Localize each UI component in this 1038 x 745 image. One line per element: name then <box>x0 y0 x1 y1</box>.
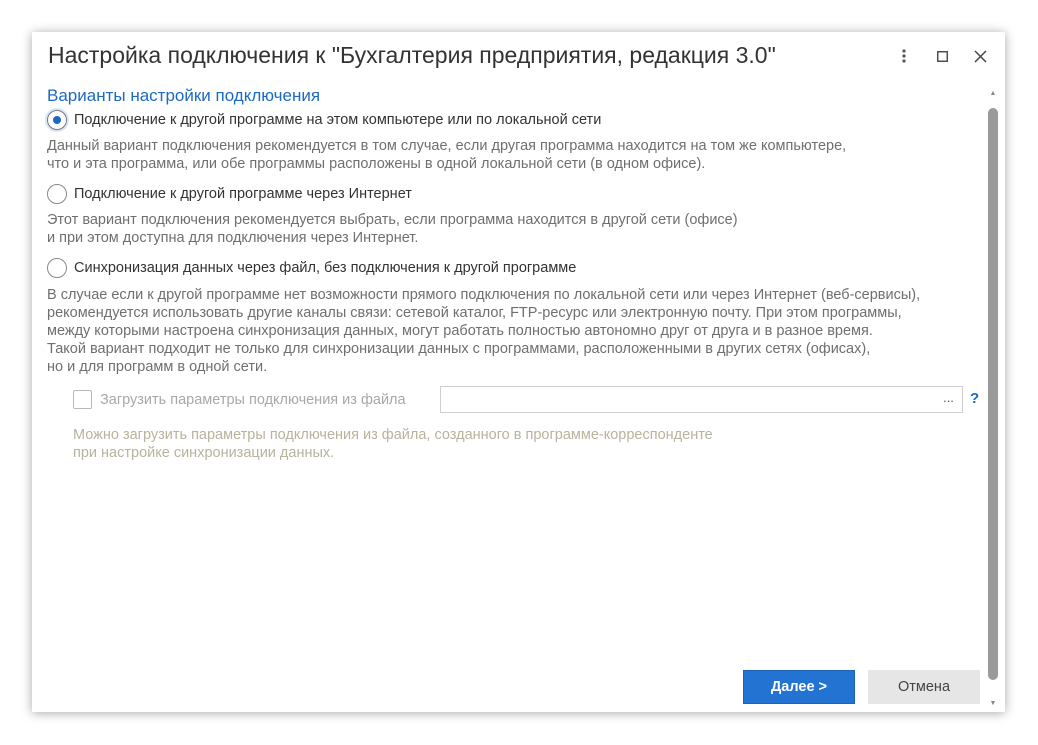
radio-label: Подключение к другой программе на этом к… <box>74 112 602 128</box>
radio-label: Синхронизация данных через файл, без под… <box>74 260 577 276</box>
description-line: что и эта программа, или обе программы р… <box>47 156 706 172</box>
load-from-file-checkbox-row[interactable]: Загрузить параметры подключения из файла <box>73 390 406 409</box>
scroll-up-arrow-icon[interactable]: ▲ <box>988 88 998 98</box>
option-description: Этот вариант подключения рекомендуется в… <box>47 211 738 247</box>
maximize-icon[interactable] <box>930 44 954 68</box>
description-line: Данный вариант подключения рекомендуется… <box>47 138 847 154</box>
hint-line: при настройке синхронизации данных. <box>73 445 335 461</box>
load-from-file-checkbox[interactable] <box>73 390 92 409</box>
option-description: Данный вариант подключения рекомендуется… <box>47 137 846 173</box>
description-line: и при этом доступна для подключения чере… <box>47 230 419 246</box>
radio-label: Подключение к другой программе через Инт… <box>74 186 412 202</box>
close-icon[interactable] <box>968 44 992 68</box>
radio-option-internet[interactable]: Подключение к другой программе через Инт… <box>47 184 412 204</box>
connection-setup-dialog: Настройка подключения к "Бухгалтерия пре… <box>32 32 1005 712</box>
radio-button[interactable] <box>47 184 67 204</box>
radio-button[interactable] <box>47 110 67 130</box>
scroll-down-arrow-icon[interactable]: ▼ <box>988 698 998 708</box>
description-line: Такой вариант подходит не только для син… <box>47 341 871 357</box>
file-path-input[interactable] <box>440 386 936 413</box>
radio-button[interactable] <box>47 258 67 278</box>
more-options-icon[interactable] <box>892 44 916 68</box>
dialog-title: Настройка подключения к "Бухгалтерия пре… <box>48 42 776 68</box>
description-line: Этот вариант подключения рекомендуется в… <box>47 212 738 228</box>
description-line: между которыми настроена синхронизация д… <box>47 323 873 339</box>
scroll-thumb[interactable] <box>988 108 998 680</box>
radio-selected-dot <box>53 116 61 124</box>
section-title: Варианты настройки подключения <box>47 86 321 105</box>
radio-option-file-sync[interactable]: Синхронизация данных через файл, без под… <box>47 258 576 278</box>
load-from-file-label: Загрузить параметры подключения из файла <box>100 391 406 408</box>
load-from-file-hint: Можно загрузить параметры подключения из… <box>73 426 713 462</box>
radio-option-local[interactable]: Подключение к другой программе на этом к… <box>47 110 601 130</box>
next-button[interactable]: Далее > <box>743 670 855 704</box>
description-line: но и для программ в одной сети. <box>47 359 268 375</box>
vertical-scrollbar[interactable]: ▲ ▼ <box>988 88 998 707</box>
browse-button[interactable]: ... <box>935 386 963 413</box>
description-line: рекомендуется использовать другие каналы… <box>47 305 902 321</box>
hint-line: Можно загрузить параметры подключения из… <box>73 427 713 443</box>
help-icon[interactable]: ? <box>970 390 979 407</box>
cancel-button[interactable]: Отмена <box>868 670 980 704</box>
option-description: В случае если к другой программе нет воз… <box>47 286 920 376</box>
description-line: В случае если к другой программе нет воз… <box>47 287 921 303</box>
